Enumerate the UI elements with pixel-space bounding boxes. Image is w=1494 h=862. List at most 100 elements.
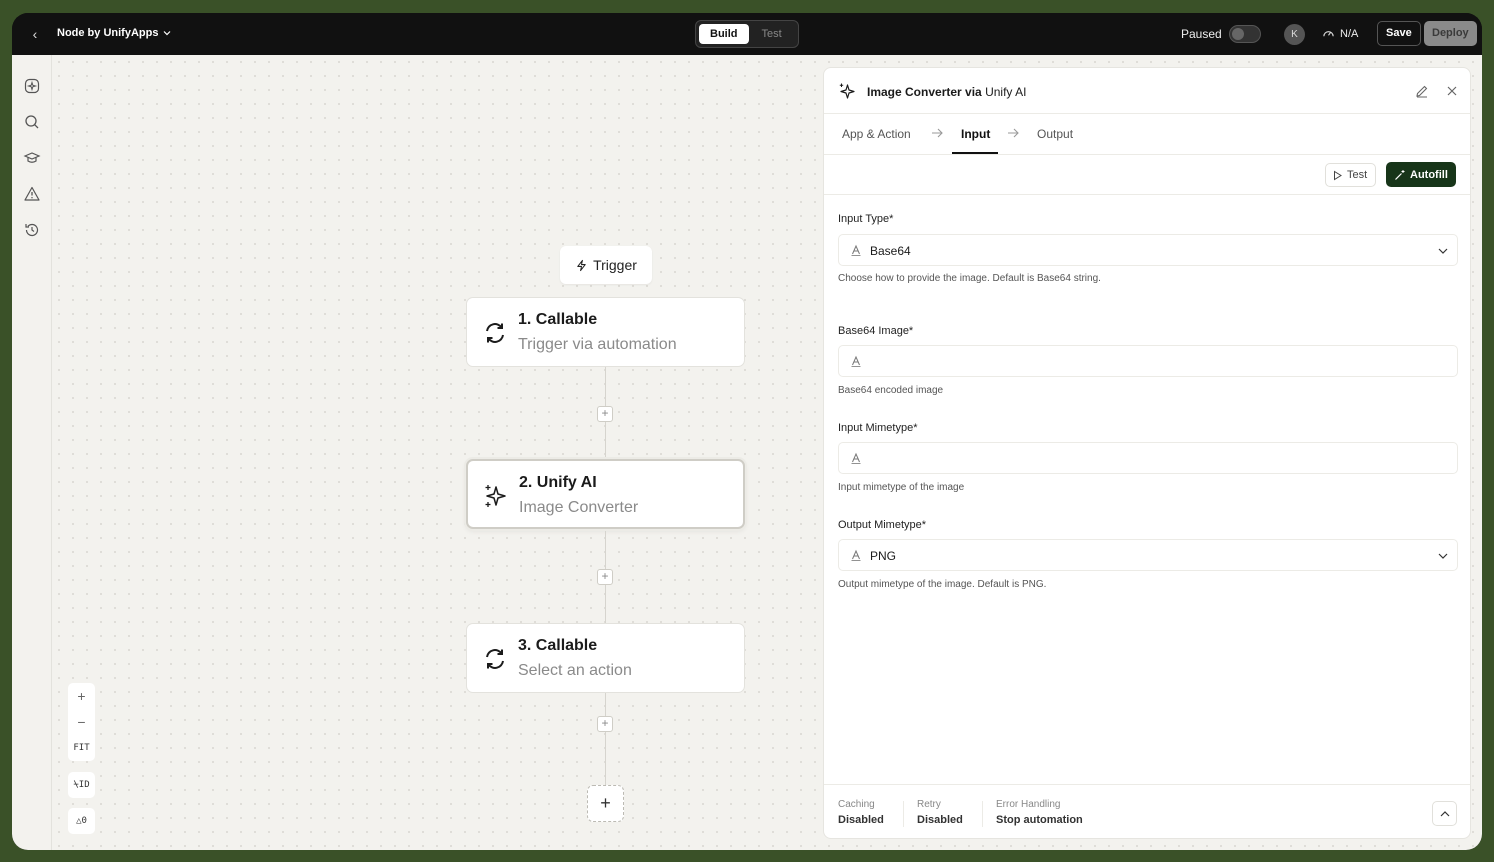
test-step-button[interactable]: Test — [1325, 163, 1377, 187]
workflow-node-1[interactable]: 1. Callable Trigger via automation — [466, 297, 745, 367]
tab-app-action[interactable]: App & Action — [842, 127, 911, 141]
id-toggle-label: ID — [78, 780, 90, 790]
chevron-down-icon — [1438, 248, 1448, 254]
base64-image-label: Base64 Image* — [838, 325, 914, 337]
avatar[interactable]: K — [1284, 24, 1305, 45]
autofill-label: Autofill — [1410, 168, 1448, 181]
divider — [982, 801, 983, 827]
sparkles-icon — [483, 483, 509, 509]
base64-image-input[interactable] — [838, 345, 1458, 377]
input-mimetype-helper: Input mimetype of the image — [838, 482, 965, 493]
left-rail — [12, 55, 52, 850]
retry-key: Retry — [917, 799, 941, 810]
caching-value: Disabled — [838, 814, 884, 826]
expand-footer-button[interactable] — [1432, 801, 1457, 826]
workflow-node-2[interactable]: 2. Unify AI Image Converter — [466, 459, 745, 529]
app-title: Node by UnifyApps — [57, 27, 159, 39]
output-mimetype-value: PNG — [870, 549, 897, 563]
autofill-button[interactable]: Autofill — [1386, 162, 1456, 187]
sparkles-icon — [839, 83, 855, 99]
gauge-icon — [1323, 31, 1334, 37]
arrow-right-icon — [932, 128, 943, 138]
input-mimetype-input[interactable] — [838, 442, 1458, 474]
input-type-value: Base64 — [870, 244, 911, 258]
zoom-in-button[interactable]: + — [68, 683, 95, 709]
mode-switch: Build Test — [695, 20, 799, 48]
id-toggle-button[interactable]: ⍀ID — [68, 772, 95, 798]
app-switcher[interactable]: Node by UnifyApps — [57, 27, 172, 39]
caching-setting[interactable]: Caching Disabled — [838, 799, 884, 826]
close-icon[interactable] — [1445, 84, 1459, 98]
search-icon[interactable] — [23, 113, 41, 131]
trigger-button[interactable]: Trigger — [560, 246, 652, 284]
tab-test[interactable]: Test — [751, 24, 793, 44]
warning-count: 0 — [81, 816, 87, 826]
text-type-icon — [851, 355, 861, 367]
node-subtitle: Select an action — [518, 662, 632, 679]
panel-footer: Caching Disabled Retry Disabled Error Ha… — [824, 784, 1470, 840]
fit-view-button[interactable]: FIT — [68, 735, 95, 761]
trigger-label: Trigger — [593, 257, 637, 273]
chevron-down-icon — [1438, 553, 1448, 559]
add-step-button[interactable]: + — [597, 569, 613, 585]
node-subtitle: Image Converter — [519, 499, 639, 516]
panel-toolbar: Test Autofill — [824, 155, 1470, 195]
performance-label: N/A — [1340, 27, 1359, 40]
add-step-button[interactable]: + — [597, 406, 613, 422]
warnings-button[interactable]: △0 — [68, 808, 95, 834]
save-button[interactable]: Save — [1377, 21, 1421, 46]
connector-line — [605, 693, 606, 785]
refresh-icon — [482, 320, 508, 346]
zoom-out-button[interactable]: − — [68, 709, 95, 735]
error-handling-value: Stop automation — [996, 814, 1083, 826]
deploy-button[interactable]: Deploy — [1424, 21, 1477, 46]
input-mimetype-label: Input Mimetype* — [838, 422, 918, 434]
active-tab-underline — [952, 152, 998, 154]
arrow-right-icon — [1008, 128, 1019, 138]
toggle-knob — [1232, 28, 1244, 40]
app-window: ‹ Node by UnifyApps Build Test Paused K … — [12, 13, 1482, 850]
sparkle-badge-icon[interactable] — [23, 77, 41, 95]
panel-header: Image Converter via Unify AI — [824, 68, 1470, 114]
panel-title-prefix: Image Converter via — [867, 85, 986, 99]
error-handling-setting[interactable]: Error Handling Stop automation — [996, 799, 1083, 826]
divider — [903, 801, 904, 827]
text-type-icon — [851, 244, 861, 256]
warning-icon[interactable] — [23, 185, 41, 203]
history-icon[interactable] — [23, 221, 41, 239]
input-type-label: Input Type* — [838, 213, 894, 225]
refresh-icon — [482, 646, 508, 672]
text-type-icon — [851, 549, 861, 561]
add-final-step-button[interactable]: + — [587, 785, 624, 822]
performance-indicator[interactable]: N/A — [1322, 27, 1358, 40]
node-subtitle: Trigger via automation — [518, 336, 677, 353]
chevron-down-icon — [164, 31, 171, 36]
output-mimetype-select[interactable]: PNG — [838, 539, 1458, 571]
node-config-panel: Image Converter via Unify AI App & Actio… — [823, 67, 1471, 839]
input-type-helper: Choose how to provide the image. Default… — [838, 273, 1101, 284]
paused-toggle[interactable] — [1229, 25, 1261, 43]
paused-label: Paused — [1181, 27, 1222, 41]
panel-title-app: Unify AI — [985, 85, 1027, 99]
tab-output[interactable]: Output — [1037, 127, 1073, 141]
workflow-node-3[interactable]: 3. Callable Select an action — [466, 623, 745, 693]
input-type-select[interactable]: Base64 — [838, 234, 1458, 266]
tab-input[interactable]: Input — [961, 127, 990, 141]
base64-image-helper: Base64 encoded image — [838, 385, 944, 396]
retry-setting[interactable]: Retry Disabled — [917, 799, 963, 826]
play-icon — [1334, 170, 1342, 180]
add-step-button[interactable]: + — [597, 716, 613, 732]
retry-value: Disabled — [917, 814, 963, 826]
back-icon[interactable]: ‹ — [26, 25, 44, 43]
edit-icon[interactable] — [1415, 84, 1429, 98]
magic-wand-icon — [1395, 169, 1405, 180]
caching-key: Caching — [838, 799, 875, 810]
graduation-cap-icon[interactable] — [23, 149, 41, 167]
output-mimetype-label: Output Mimetype* — [838, 519, 927, 531]
step-tabs: App & Action Input Output — [824, 114, 1470, 155]
tab-build[interactable]: Build — [699, 24, 749, 44]
top-bar: ‹ Node by UnifyApps Build Test Paused K … — [12, 13, 1482, 55]
node-title: 3. Callable — [518, 637, 598, 654]
test-step-label: Test — [1347, 169, 1368, 181]
zoom-controls: + − FIT — [68, 683, 95, 761]
